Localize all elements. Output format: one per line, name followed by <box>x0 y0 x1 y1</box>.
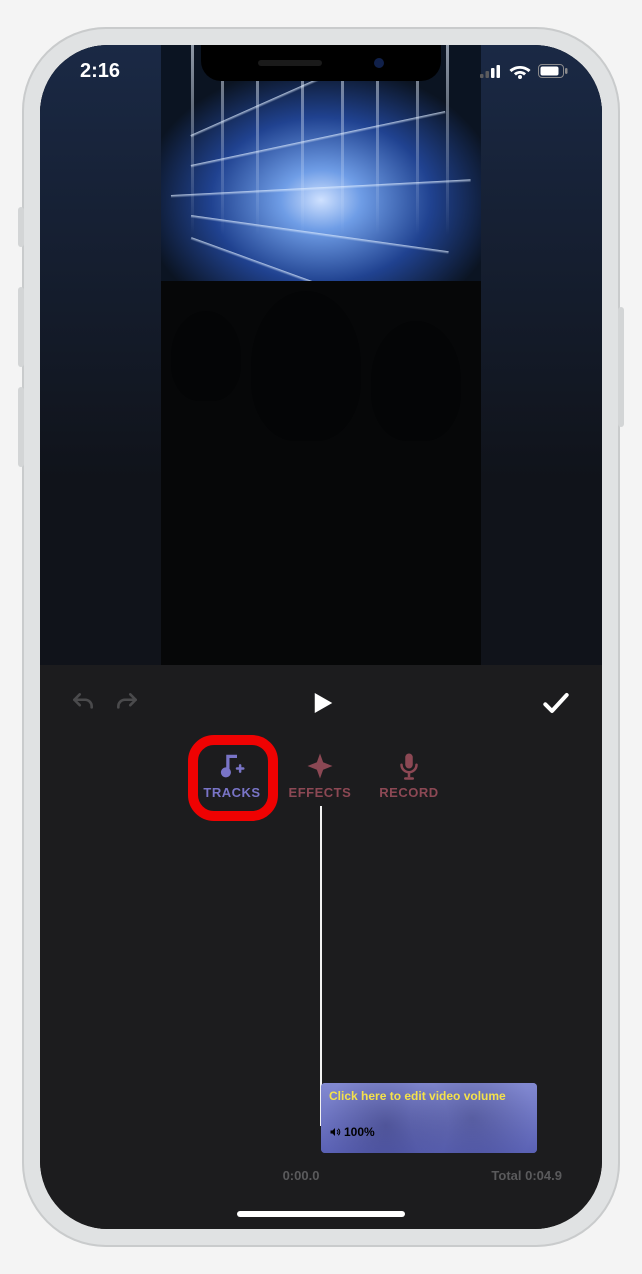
video-clip[interactable]: Click here to edit video volume 100% <box>321 1083 537 1153</box>
screen: 2:16 <box>40 45 602 1229</box>
clip-volume: 100% <box>329 1125 375 1139</box>
tab-effects-label: EFFECTS <box>289 785 352 800</box>
cellular-icon <box>480 64 502 78</box>
volume-down-button <box>18 387 24 467</box>
time-total: Total 0:04.9 <box>491 1168 562 1183</box>
transport-bar <box>40 665 602 745</box>
time-current: 0:00.0 <box>283 1168 320 1183</box>
tab-record[interactable]: RECORD <box>379 751 438 800</box>
video-preview[interactable] <box>40 45 602 665</box>
battery-icon <box>538 64 568 78</box>
undo-button[interactable] <box>70 690 96 721</box>
volume-up-button <box>18 287 24 367</box>
editor-panel: TRACKS EFFECTS RECORD <box>40 665 602 1229</box>
power-button <box>618 307 624 427</box>
timeline[interactable]: Click here to edit video volume 100% 0:0… <box>40 806 602 1229</box>
speaker-icon <box>329 1126 341 1138</box>
wifi-icon <box>509 63 531 79</box>
music-plus-icon <box>217 751 247 781</box>
status-icons <box>480 63 568 79</box>
silent-switch <box>18 207 24 247</box>
done-button[interactable] <box>540 687 572 724</box>
redo-button[interactable] <box>114 690 140 721</box>
tab-tracks[interactable]: TRACKS <box>203 751 260 800</box>
clip-hint-label: Click here to edit video volume <box>329 1089 529 1103</box>
microphone-icon <box>394 751 424 781</box>
playhead[interactable] <box>320 806 322 1126</box>
clip-volume-label: 100% <box>344 1125 375 1139</box>
phone-frame: 2:16 <box>22 27 620 1247</box>
time-readout: 0:00.0 Total 0:04.9 <box>40 1168 602 1183</box>
home-indicator[interactable] <box>237 1211 405 1217</box>
status-time: 2:16 <box>74 60 120 83</box>
tab-tracks-label: TRACKS <box>203 785 260 800</box>
sparkle-icon <box>305 751 335 781</box>
tab-effects[interactable]: EFFECTS <box>289 751 352 800</box>
notch <box>201 45 441 81</box>
tabs-bar: TRACKS EFFECTS RECORD <box>40 745 602 806</box>
play-button[interactable] <box>306 688 336 723</box>
tab-record-label: RECORD <box>379 785 438 800</box>
